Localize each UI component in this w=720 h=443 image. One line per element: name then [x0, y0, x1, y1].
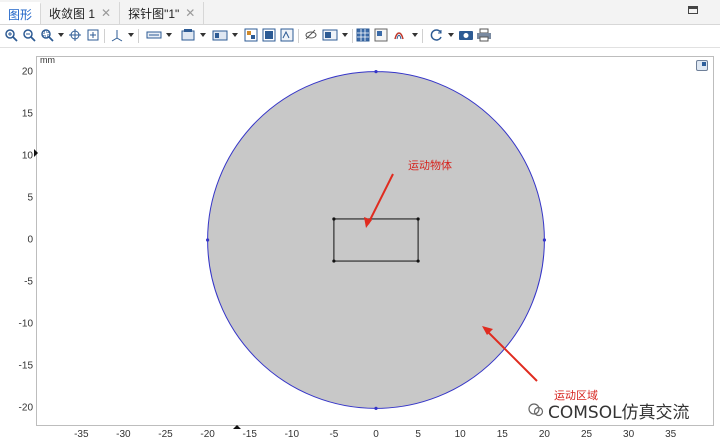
- y-axis-marker: [34, 149, 38, 157]
- annotation-moving-object: 运动物体: [408, 159, 452, 172]
- circle-vertex: [374, 406, 378, 410]
- circle-vertex: [374, 70, 378, 74]
- circle-vertex: [542, 238, 547, 242]
- rectangle-vertex: [416, 217, 420, 221]
- x-axis-marker: [233, 425, 241, 429]
- rectangle-vertex: [332, 217, 336, 221]
- rectangle-vertex: [416, 259, 420, 263]
- wechat-logo-icon: [528, 403, 544, 417]
- circle-vertex: [206, 238, 210, 242]
- rectangle-vertex: [332, 259, 336, 263]
- moving-region-circle: [207, 71, 545, 409]
- watermark-text: COMSOL仿真交流: [548, 402, 690, 423]
- watermark: COMSOL仿真交流: [528, 398, 690, 423]
- geometry-canvas: [34, 70, 547, 429]
